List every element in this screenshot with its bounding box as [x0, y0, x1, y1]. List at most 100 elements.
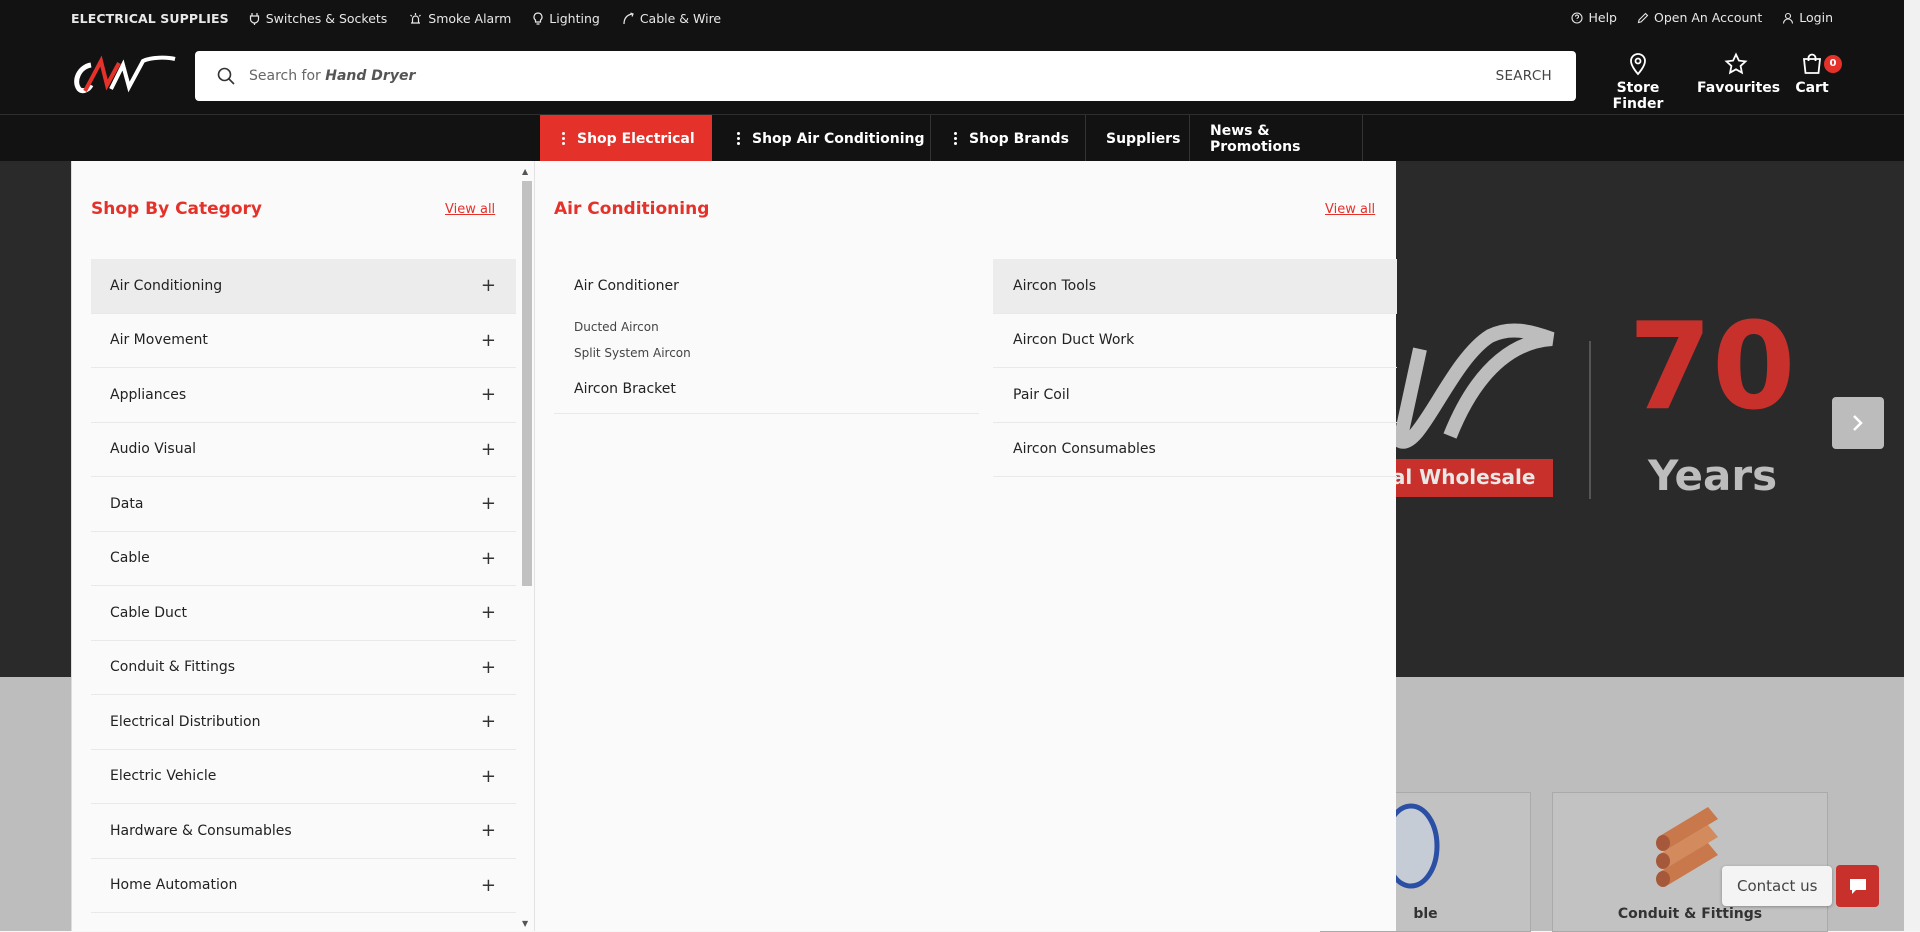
subcategory-panel: Air Conditioning View all Air Conditione…: [535, 161, 1397, 931]
plus-icon[interactable]: +: [481, 766, 496, 787]
category-item-label: Cable Duct: [110, 604, 188, 621]
category-panel: Shop By Category View all Air Conditioni…: [72, 161, 535, 931]
utility-link-label: Switches & Sockets: [265, 10, 388, 26]
nav-shop-brands[interactable]: Shop Brands: [931, 115, 1086, 162]
category-item-label: Appliances: [110, 386, 187, 403]
cmw-logo[interactable]: [71, 55, 176, 95]
plus-icon[interactable]: +: [481, 384, 496, 405]
category-item[interactable]: Electric Vehicle +: [91, 750, 516, 804]
help-label: Help: [1588, 10, 1617, 25]
cart-label: Cart: [1795, 80, 1829, 96]
plus-icon[interactable]: +: [481, 657, 496, 678]
category-item[interactable]: Cable Duct +: [91, 586, 516, 641]
category-view-all-link[interactable]: View all: [445, 202, 495, 217]
kebab-icon: [562, 132, 565, 145]
category-item[interactable]: Hardware & Consumables +: [91, 804, 516, 859]
help-link[interactable]: Help: [1571, 10, 1617, 25]
category-item[interactable]: Air Conditioning +: [91, 259, 516, 314]
login-label: Login: [1799, 10, 1833, 25]
utility-link-cable[interactable]: Cable & Wire: [622, 11, 721, 26]
utility-link-switches[interactable]: Switches & Sockets: [249, 10, 388, 26]
subcategory-child-split[interactable]: Split System Aircon: [554, 340, 979, 366]
plus-icon[interactable]: +: [481, 711, 496, 732]
chat-button[interactable]: [1836, 865, 1879, 907]
category-panel-title: Shop By Category: [91, 199, 262, 219]
subcategory-item[interactable]: Aircon Duct Work: [993, 314, 1397, 368]
search-icon: [217, 67, 235, 85]
nav-label: Suppliers: [1106, 130, 1181, 147]
category-item-label: Air Movement: [110, 332, 208, 349]
cart-button[interactable]: Cart 0: [1790, 52, 1842, 96]
category-item-label: Air Conditioning: [110, 277, 223, 294]
scroll-down-icon[interactable]: ▼: [522, 919, 528, 928]
category-item-label: Hardware & Consumables: [110, 822, 292, 839]
alarm-icon: [410, 12, 422, 24]
utility-link-lighting[interactable]: Lighting: [533, 11, 600, 26]
plug-icon: [249, 12, 259, 25]
nav-label: Shop Air Conditioning: [752, 130, 925, 147]
login-link[interactable]: Login: [1782, 10, 1833, 25]
banner-number: 70: [1629, 298, 1796, 437]
category-item[interactable]: Air Movement +: [91, 314, 516, 368]
plus-icon[interactable]: +: [481, 330, 496, 351]
kebab-icon: [954, 132, 957, 145]
nav-label: Shop Brands: [969, 130, 1069, 147]
banner-years-text: Years: [1648, 451, 1778, 500]
utility-link-label: Smoke Alarm: [428, 10, 512, 26]
favourites-label: Favourites: [1697, 80, 1781, 96]
bulb-icon: [533, 11, 543, 25]
category-item[interactable]: Electrical Distribution +: [91, 695, 516, 750]
page-scrollbar[interactable]: [1904, 0, 1920, 931]
cable-icon: [623, 11, 634, 24]
nav-suppliers[interactable]: Suppliers: [1086, 115, 1190, 162]
location-pin-icon: [1630, 53, 1646, 76]
plus-icon[interactable]: +: [481, 548, 496, 569]
subcategory-item[interactable]: Pair Coil: [993, 368, 1397, 423]
plus-icon[interactable]: +: [481, 875, 496, 896]
nav-news-promotions[interactable]: News & Promotions: [1190, 115, 1363, 162]
category-item-label: Data: [110, 495, 144, 512]
category-item[interactable]: Audio Visual +: [91, 423, 516, 477]
category-item[interactable]: Appliances +: [91, 368, 516, 423]
category-item-label: Home Automation: [110, 877, 238, 894]
main-nav: Shop Electrical Shop Air Conditioning Sh…: [0, 114, 1920, 162]
category-item-label: Audio Visual: [110, 441, 197, 458]
store-finder-label: Store Finder: [1612, 80, 1664, 112]
scrollbar-thumb[interactable]: [522, 181, 532, 586]
utility-link-smoke-alarm[interactable]: Smoke Alarm: [409, 11, 511, 26]
category-item[interactable]: Cable +: [91, 532, 516, 586]
plus-icon[interactable]: +: [481, 439, 496, 460]
category-card-conduit[interactable]: Conduit & Fittings: [1552, 792, 1828, 932]
nav-shop-electrical[interactable]: Shop Electrical: [540, 115, 712, 162]
plus-icon[interactable]: +: [481, 493, 496, 514]
category-list: Air Conditioning + Air Movement + Appliances…: [91, 259, 516, 913]
nav-shop-air-conditioning[interactable]: Shop Air Conditioning: [712, 115, 931, 162]
subcategory-air-conditioner[interactable]: Air Conditioner: [554, 259, 979, 314]
carousel-next-button[interactable]: [1832, 397, 1884, 449]
plus-icon[interactable]: +: [481, 820, 496, 841]
favourites-button[interactable]: Favourites: [1697, 52, 1780, 96]
scroll-up-icon[interactable]: ▲: [522, 167, 528, 176]
subcategory-aircon-bracket[interactable]: Aircon Bracket: [554, 366, 979, 414]
utility-brand-text: ELECTRICAL SUPPLIES: [71, 10, 229, 26]
subcategory-item[interactable]: Aircon Consumables: [993, 423, 1397, 477]
contact-us-label[interactable]: Contact us: [1722, 866, 1833, 906]
category-item[interactable]: Home Automation +: [91, 859, 516, 913]
search-placeholder[interactable]: Search for Hand Dryer: [249, 68, 415, 84]
account-links: Help Open An Account Login: [1551, 10, 1833, 25]
star-icon: [1724, 52, 1748, 75]
category-item[interactable]: Conduit & Fittings +: [91, 641, 516, 695]
search-bar[interactable]: Search for Hand Dryer SEARCH: [195, 51, 1576, 101]
search-button[interactable]: SEARCH: [1496, 68, 1552, 84]
category-scrollbar[interactable]: ▲ ▼: [520, 167, 534, 931]
store-finder-button[interactable]: Store Finder: [1595, 52, 1681, 112]
subcategory-item[interactable]: Aircon Tools: [993, 259, 1397, 314]
cart-count-badge: 0: [1824, 55, 1842, 73]
open-account-link[interactable]: Open An Account: [1637, 10, 1762, 25]
subcategory-child-ducted[interactable]: Ducted Aircon: [554, 314, 979, 340]
plus-icon[interactable]: +: [481, 602, 496, 623]
category-item[interactable]: Data +: [91, 477, 516, 532]
cart-icon: [1802, 53, 1822, 74]
plus-icon[interactable]: +: [481, 275, 496, 296]
subcategory-view-all-link[interactable]: View all: [1325, 202, 1375, 217]
